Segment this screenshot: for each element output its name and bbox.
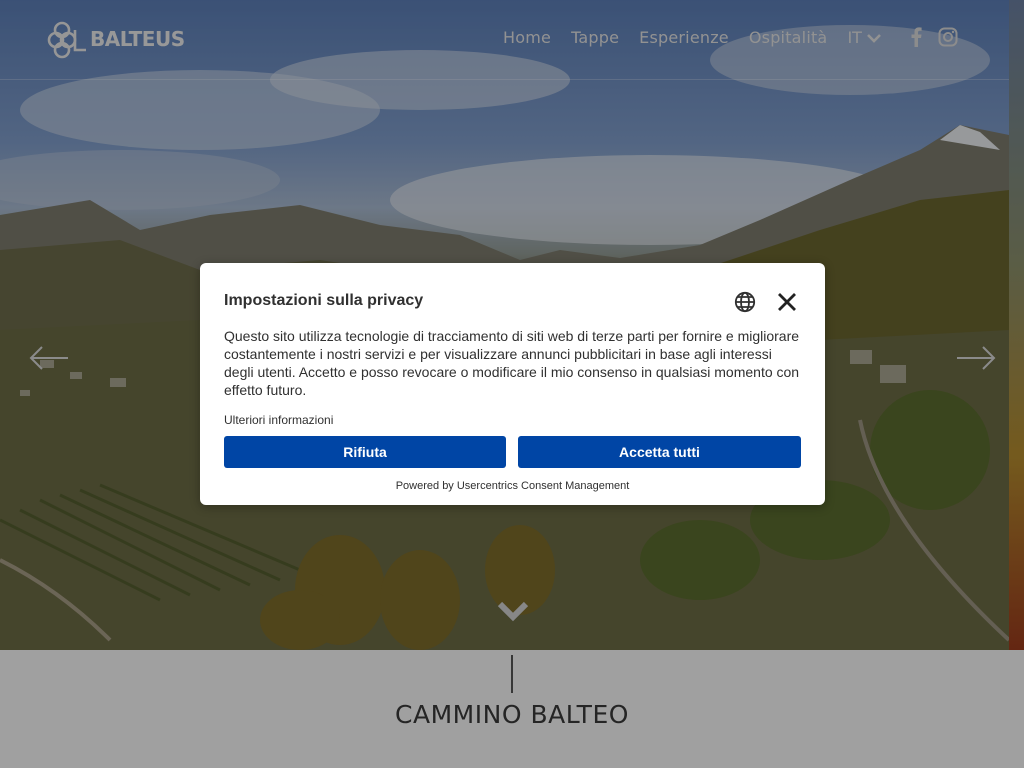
globe-icon[interactable]: [734, 291, 756, 318]
deny-button[interactable]: Rifiuta: [224, 436, 506, 468]
privacy-consent-dialog: Impostazioni sulla privacy Questo sito u…: [200, 263, 825, 505]
more-info-link[interactable]: Ulteriori informazioni: [224, 413, 333, 427]
powered-by-text: Powered by Usercentrics Consent Manageme…: [395, 480, 630, 492]
close-icon[interactable]: [776, 291, 798, 318]
dialog-message: Questo sito utilizza tecnologie di tracc…: [224, 328, 800, 398]
dialog-title: Impostazioni sulla privacy: [224, 292, 424, 309]
accept-all-button[interactable]: Accetta tutti: [518, 436, 801, 468]
